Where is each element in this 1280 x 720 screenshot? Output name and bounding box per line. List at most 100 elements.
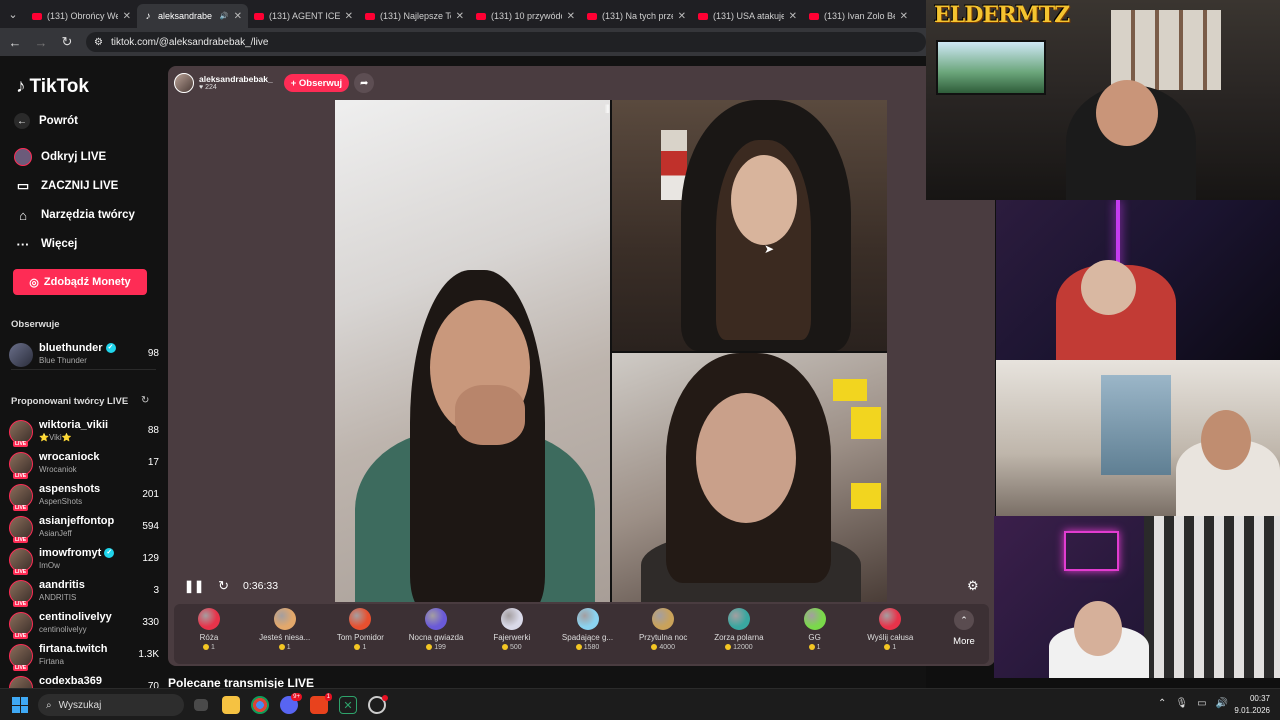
browser-tab[interactable]: (131) 10 przywódc ✕ (470, 4, 581, 28)
tab-title: (131) Na tych prze (602, 11, 673, 21)
video-tile-host[interactable] (335, 100, 610, 602)
tab-close-icon[interactable]: ✕ (567, 11, 575, 22)
forward-arrow-icon[interactable]: → (34, 35, 48, 50)
clock-date: 9.01.2026 (1234, 706, 1270, 715)
host-likes-count: 224 (205, 84, 217, 91)
volume-icon[interactable]: 🔊 (1216, 698, 1228, 709)
get-coins-button[interactable]: ◎ Zdobądź Monety (13, 269, 147, 295)
tab-search-button[interactable]: ⌄ (0, 0, 26, 28)
discord-icon[interactable]: 9+ (280, 693, 302, 714)
browser-tab[interactable]: (131) Ivan Zolo Be ✕ (803, 4, 914, 28)
creator-row[interactable]: LIVE centinolivelyy centinolivelyy 330 (9, 610, 159, 640)
follow-button[interactable]: + Obserwuj (283, 74, 350, 92)
tab-close-icon[interactable]: ✕ (678, 11, 686, 22)
windows-start-icon[interactable] (12, 697, 28, 713)
creator-row[interactable]: LIVE wrocaniock Wrocaniok 17 (9, 450, 159, 480)
creator-row[interactable]: LIVE aspenshots AspenShots 201 (9, 482, 159, 512)
gift-item[interactable]: Nocna gwiazda 199 (400, 608, 472, 651)
coin-icon (808, 644, 815, 651)
gift-item[interactable]: Fajerwerki 500 (476, 608, 548, 651)
gift-price-value: 1 (816, 644, 821, 651)
creator-row[interactable]: LIVE firtana.twitch Firtana 1.3K (9, 642, 159, 672)
video-tile-guest-1[interactable] (611, 100, 887, 351)
app-icon[interactable]: 1 (310, 693, 332, 714)
viewer-count: 129 (142, 553, 159, 564)
gift-item[interactable]: Przytulna noc 4000 (627, 608, 699, 651)
host-info[interactable]: aleksandrabebak_ ♥ 224 (199, 75, 273, 92)
gift-item[interactable]: Wyślij całusa 1 (854, 608, 926, 651)
creator-row[interactable]: LIVE wiktoria_vikii ⭐Viki⭐ 88 (9, 418, 159, 448)
share-icon[interactable]: ➦ (354, 73, 375, 93)
clock[interactable]: 00:37 9.01.2026 (1234, 693, 1270, 717)
browser-tab[interactable]: (131) Najlepsze Te ✕ (359, 4, 470, 28)
pause-icon[interactable]: ❚❚ (184, 579, 204, 593)
chevron-up-icon[interactable]: ⌃ (1158, 698, 1166, 709)
webcam-curtain (1144, 516, 1280, 678)
obs-icon[interactable] (368, 695, 388, 714)
gift-item[interactable]: Jesteś niesa... 1 (249, 608, 321, 651)
tab-close-icon[interactable]: ✕ (456, 11, 464, 22)
excel-icon[interactable]: ✕ (339, 696, 357, 714)
browser-tab[interactable]: (131) Na tych prze ✕ (581, 4, 692, 28)
app-badge: 1 (324, 693, 332, 701)
gift-item[interactable]: GG 1 (779, 608, 851, 651)
back-arrow-icon[interactable]: ← (8, 35, 22, 50)
tab-close-icon[interactable]: ✕ (789, 11, 797, 22)
browser-tab[interactable]: (131) Obrońcy We ✕ (26, 4, 137, 28)
live-badge: LIVE (13, 473, 29, 479)
tab-close-icon[interactable]: ✕ (123, 11, 131, 22)
tab-close-icon[interactable]: ✕ (900, 11, 908, 22)
browser-tab[interactable]: (131) AGENT ICE ✕ (248, 4, 359, 28)
gift-item[interactable]: Róża 1 (173, 608, 245, 651)
reload-icon[interactable]: ↻ (60, 34, 74, 50)
settings-gear-icon[interactable]: ⚙ (967, 578, 979, 594)
site-settings-icon[interactable]: ⚙ (94, 37, 103, 48)
gift-item[interactable]: Tom Pomidor 1 (324, 608, 396, 651)
tab-close-icon[interactable]: ✕ (345, 11, 353, 22)
more-gifts-button[interactable]: ⌃ More (944, 610, 984, 647)
creator-row[interactable]: LIVE aandritis ANDRITIS 3 (9, 578, 159, 608)
nav-discover-live[interactable]: Odkryj LIVE (14, 148, 106, 166)
viewer-count: 70 (147, 681, 159, 688)
gift-icon (198, 608, 220, 630)
task-view-icon[interactable] (194, 699, 208, 711)
network-icon[interactable]: ▭ (1197, 698, 1206, 709)
search-icon: ⌕ (46, 699, 52, 711)
avatar: LIVE (9, 484, 33, 511)
creator-row[interactable]: LIVE asianjeffontop AsianJeff 594 (9, 514, 159, 544)
youtube-favicon-icon (698, 12, 708, 20)
creator-row[interactable]: bluethunder ✓ Blue Thunder 98 (9, 341, 159, 371)
microphone-icon[interactable]: 🎙 (1175, 698, 1188, 709)
chrome-icon[interactable] (251, 696, 269, 714)
nav-start-live[interactable]: ▭ ZACZNIJ LIVE (14, 177, 118, 195)
file-explorer-icon[interactable] (222, 696, 240, 714)
video-tile-guest-2[interactable] (611, 353, 887, 602)
gift-icon (500, 608, 523, 630)
viewer-count: 98 (147, 348, 159, 359)
creator-row[interactable]: LIVE codexba369 70 (9, 674, 159, 688)
gift-item[interactable]: Zorza polarna 12000 (703, 608, 775, 651)
live-badge: LIVE (13, 665, 29, 671)
nav-more[interactable]: ··· Więcej (14, 235, 78, 253)
tab-audio-icon[interactable]: 🔊 (220, 12, 229, 20)
tiktok-logo[interactable]: ♪ TikTok (16, 76, 89, 98)
refresh-icon[interactable]: ↻ (141, 395, 149, 406)
host-avatar[interactable] (174, 73, 194, 93)
gift-name: Róża (199, 633, 219, 642)
tab-close-icon[interactable]: ✕ (234, 11, 242, 22)
creator-name-text: centinolivelyy (39, 611, 112, 623)
gift-item[interactable]: Spadające g... 1580 (552, 608, 624, 651)
back-link[interactable]: ← Powrót (14, 113, 78, 129)
webcam-face (1201, 410, 1251, 470)
taskbar-search[interactable]: ⌕ Wyszukaj (38, 694, 184, 716)
creator-row[interactable]: LIVE imowfromyt ✓ ImOw 129 (9, 546, 159, 576)
nav-creator-tools[interactable]: ⌂ Narzędzia twórcy (14, 206, 135, 224)
webcam-shelf (1111, 10, 1221, 90)
address-bar[interactable]: ⚙ tiktok.com/@aleksandrabebak_/live (86, 32, 926, 52)
browser-tab[interactable]: ♪ aleksandrabe 🔊 ✕ (137, 4, 248, 28)
gift-icon (652, 608, 675, 630)
creator-name: wrocaniock (39, 451, 100, 463)
browser-tab[interactable]: (131) USA atakuje ✕ (692, 4, 803, 28)
layout-bars-icon[interactable]: ⦀ (605, 104, 610, 117)
refresh-icon[interactable]: ↻ (218, 578, 229, 594)
